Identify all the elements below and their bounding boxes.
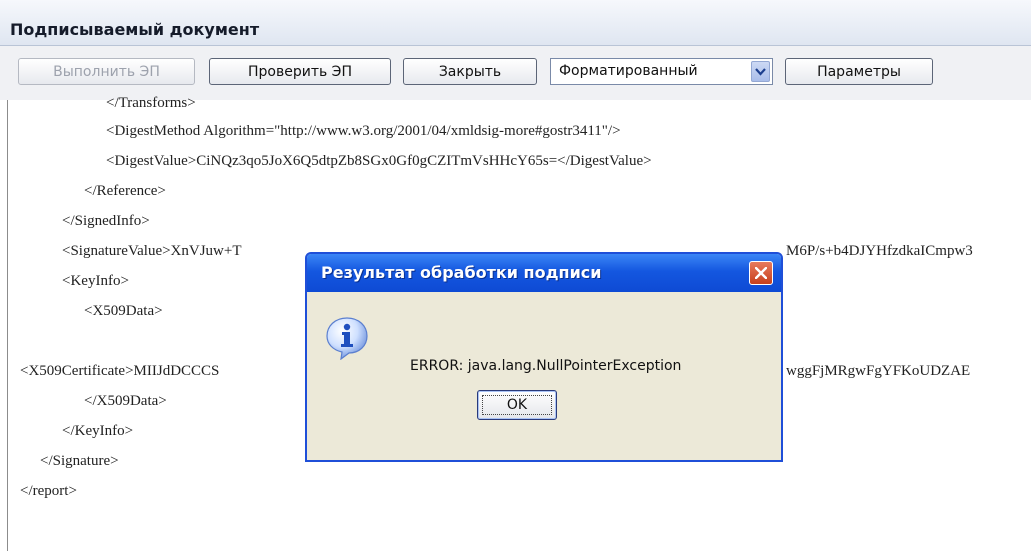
document-border: [7, 100, 8, 551]
dialog-titlebar[interactable]: Результат обработки подписи: [307, 254, 781, 292]
document-line: </KeyInfo>: [62, 423, 134, 439]
document-line: <X509Data>: [84, 303, 163, 319]
execute-signature-button[interactable]: Выполнить ЭП: [18, 58, 195, 85]
parameters-button[interactable]: Параметры: [785, 58, 933, 85]
document-line: </Reference>: [84, 183, 166, 199]
document-line: </Signature>: [40, 453, 119, 469]
document-line: wggFjMRgwFgYFKoUDZAE: [786, 363, 971, 379]
signature-result-dialog: Результат обработки подписи ERROR: java.…: [305, 252, 783, 462]
document-line: <X509Certificate>MIIJdDCCCS: [20, 363, 220, 379]
verify-signature-button[interactable]: Проверить ЭП: [209, 58, 391, 85]
document-line: M6P/s+b4DJYHfzdkaICmpw3: [786, 243, 973, 259]
format-select[interactable]: Форматированный: [550, 58, 773, 85]
close-icon[interactable]: [749, 261, 773, 285]
document-line: <SignatureValue>XnVJuw+T: [62, 243, 242, 259]
document-line: <KeyInfo>: [62, 273, 129, 289]
document-line: <DigestValue>CiNQz3qo5JoX6Q5dtpZb8SGx0Gf…: [106, 153, 652, 169]
close-button[interactable]: Закрыть: [403, 58, 537, 85]
document-line: <DigestMethod Algorithm="http://www.w3.o…: [106, 123, 621, 139]
format-select-value: Форматированный: [559, 63, 698, 79]
panel-header: Подписываемый документ: [0, 0, 1031, 46]
document-line: </SignedInfo>: [62, 213, 150, 229]
error-message: ERROR: java.lang.NullPointerException: [410, 358, 682, 374]
toolbar: Выполнить ЭП Проверить ЭП Закрыть Формат…: [0, 46, 1031, 100]
ok-button[interactable]: OK: [477, 390, 557, 420]
panel-title: Подписываемый документ: [10, 20, 260, 39]
document-line: </report>: [20, 483, 77, 499]
document-line: </Transforms>: [106, 95, 196, 111]
focus-outline: [482, 395, 552, 415]
dialog-title: Результат обработки подписи: [321, 263, 602, 282]
chevron-down-icon[interactable]: [751, 61, 770, 82]
info-icon: [325, 316, 369, 361]
document-line: </X509Data>: [84, 393, 167, 409]
